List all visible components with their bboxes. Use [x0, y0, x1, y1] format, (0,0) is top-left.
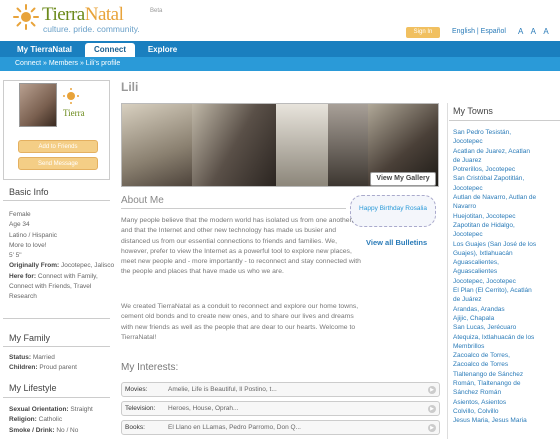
town-link[interactable]: Jocotepec	[453, 184, 559, 193]
beta-badge: Beta	[150, 8, 163, 14]
town-link[interactable]: Atequiza, Ixtlahuacán de los	[453, 333, 559, 342]
town-link[interactable]: de Juarez	[453, 156, 559, 165]
photo-3	[276, 104, 328, 186]
lifestyle-heading: My Lifestyle	[9, 383, 57, 393]
town-link[interactable]: Potrerillos, Jocotepec	[453, 165, 559, 174]
town-link[interactable]: de Juárez	[453, 295, 559, 304]
photo-1	[122, 104, 192, 186]
sign-in-button[interactable]: Sign In	[406, 27, 440, 38]
town-link[interactable]: Aguascalientes,	[453, 258, 559, 267]
send-message-button[interactable]: Send Message	[18, 157, 98, 170]
about-heading: About Me	[121, 195, 164, 206]
town-link[interactable]: Sánchez Román	[453, 388, 559, 397]
here-for: Here for: Connect with Family, Connect w…	[9, 272, 98, 301]
about-paragraph-2: We created TierraNatal as a conduit to r…	[121, 303, 359, 341]
divider	[121, 208, 346, 209]
town-link[interactable]: Zapotitan de Hidalgo,	[453, 221, 559, 230]
arrow-right-icon[interactable]: ▶	[428, 386, 436, 394]
birthday-bulletin[interactable]: Happy Birthday Rosalia	[350, 195, 436, 227]
originally-from: Originally From: Jocotepec, Jalisco	[9, 262, 115, 270]
family-heading: My Family	[9, 333, 50, 343]
photo-4	[328, 104, 368, 186]
town-link[interactable]: Jocotepec, Jocotepec	[453, 277, 559, 286]
interest-value: Heroes, House, Oprah...	[168, 405, 239, 412]
age: Age 34	[9, 221, 30, 229]
divider	[449, 120, 560, 121]
town-link[interactable]: Asientos, Asientos	[453, 398, 559, 407]
town-link[interactable]: Jocotepec	[453, 137, 559, 146]
language-switcher[interactable]: English | Español	[452, 28, 506, 35]
basic-info-heading: Basic Info	[9, 187, 49, 197]
sun-logo-icon	[13, 4, 39, 30]
arrow-right-icon[interactable]: ▶	[428, 424, 436, 432]
interests-heading: My Interests:	[121, 362, 179, 373]
town-link[interactable]: Román, Tlaltenango de	[453, 379, 559, 388]
breadcrumb[interactable]: Connect » Members » Lili's profile	[15, 60, 120, 67]
interest-label: Movies:	[125, 386, 148, 393]
divider	[3, 318, 110, 319]
town-link[interactable]: Tlaltenango de Sánchez	[453, 370, 559, 379]
interest-row-movies[interactable]: Movies: Amelie, Life is Beautiful, Il Po…	[121, 382, 440, 397]
town-link[interactable]: San Lucas, Jerécuaro	[453, 323, 559, 332]
town-link[interactable]: Arandas, Arandas	[453, 305, 559, 314]
town-link[interactable]: Membrillos	[453, 342, 559, 351]
tagline: culture. pride. community.	[43, 24, 140, 34]
photo-2	[192, 104, 276, 186]
avatar[interactable]	[19, 83, 57, 127]
view-bulletins-link[interactable]: View all Bulletins	[366, 238, 427, 247]
profile-name: Lili	[121, 80, 139, 94]
town-link[interactable]: Jesus Maria, Jesus Maria	[453, 416, 559, 425]
add-friend-button[interactable]: Add to Friends	[18, 140, 98, 153]
town-link[interactable]: Zacoalco de Torres	[453, 360, 559, 369]
height: 5' 5"	[9, 252, 22, 260]
ethnicity: Latino / Hispanic	[9, 231, 58, 239]
arrow-right-icon[interactable]: ▶	[428, 405, 436, 413]
town-link[interactable]: Acatlan de Juarez, Acatlan	[453, 147, 559, 156]
svg-text:Tierra: Tierra	[63, 108, 85, 118]
town-link[interactable]: San Pedro Tesistán,	[453, 128, 559, 137]
interest-row-books[interactable]: Books: El Llano en LLamas, Pedro Parromo…	[121, 420, 440, 435]
divider	[3, 397, 110, 398]
divider	[3, 200, 110, 201]
main-nav	[0, 41, 560, 57]
body-type: More to love!	[9, 241, 47, 249]
sun-logo-icon: Tierra	[63, 88, 85, 118]
towns-heading: My Towns	[453, 106, 493, 116]
town-link[interactable]: Huejotitan, Jocotepec	[453, 212, 559, 221]
interest-value: Amelie, Life is Beautiful, Il Postino, t…	[168, 386, 277, 393]
interest-value: El Llano en LLamas, Pedro Parromo, Don Q…	[168, 424, 301, 431]
town-link[interactable]: Jocotepec	[453, 230, 559, 239]
lifestyle-info: Sexual Orientation: Straight Religion: C…	[9, 406, 93, 434]
tab-connect[interactable]: Connect	[85, 43, 135, 57]
town-link[interactable]: Guajes), Ixtlahuacán	[453, 249, 559, 258]
interest-label: Television:	[125, 405, 156, 412]
font-size-controls[interactable]: A A A	[518, 27, 552, 36]
town-link[interactable]: San Cristóbal Zapotitlán,	[453, 174, 559, 183]
interest-row-television[interactable]: Television: Heroes, House, Oprah... ▶	[121, 401, 440, 416]
interest-label: Books:	[125, 424, 145, 431]
town-link[interactable]: Autlan de Navarro, Autlan de	[453, 193, 559, 202]
divider	[3, 346, 110, 347]
town-link[interactable]: El Plan (El Cerrito), Acatlán	[453, 286, 559, 295]
town-link[interactable]: Zacoalco de Torres,	[453, 351, 559, 360]
family-info: Status: Married Children: Proud parent	[9, 354, 77, 372]
town-link[interactable]: Los Guajes (San José de los	[453, 240, 559, 249]
towns-list: San Pedro Tesistán, Jocotepec Acatlan de J…	[453, 128, 559, 426]
basic-info-list: Female Age 34 Latino / Hispanic More to …	[9, 210, 114, 303]
about-paragraph-1: Many people believe that the modern worl…	[121, 217, 361, 276]
gender: Female	[9, 211, 31, 218]
tab-explore[interactable]: Explore	[140, 43, 185, 57]
brand-logo[interactable]: TierraNatal	[42, 4, 124, 26]
tab-my-tierranatal[interactable]: My TierraNatal	[12, 43, 77, 57]
town-link[interactable]: Aguascalientes	[453, 267, 559, 276]
town-link[interactable]: Ajijic, Chapala	[453, 314, 559, 323]
town-link[interactable]: Navarro	[453, 202, 559, 211]
view-gallery-button[interactable]: View My Gallery	[370, 172, 436, 186]
town-link[interactable]: Colvillo, Colvillo	[453, 407, 559, 416]
